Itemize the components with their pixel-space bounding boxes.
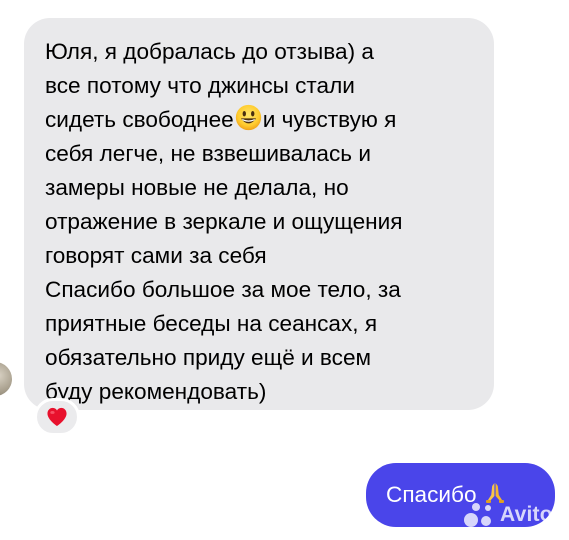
avito-watermark: Avito [462, 497, 553, 533]
heart-reaction-badge[interactable] [34, 398, 80, 436]
avito-logo-icon [464, 503, 491, 527]
sender-avatar[interactable] [0, 362, 12, 396]
message-paragraph-2: Спасибо большое за мое тело, за приятные… [45, 277, 401, 404]
incoming-message-bubble[interactable]: Юля, я добралась до отзыва) а все потому… [24, 18, 494, 410]
watermark-text: Avito [500, 503, 553, 526]
red-heart-icon [47, 407, 67, 427]
grinning-face-emoji-icon [235, 104, 261, 131]
message-paragraph-1: Юля, я добралась до отзыва) а все потому… [45, 35, 482, 273]
